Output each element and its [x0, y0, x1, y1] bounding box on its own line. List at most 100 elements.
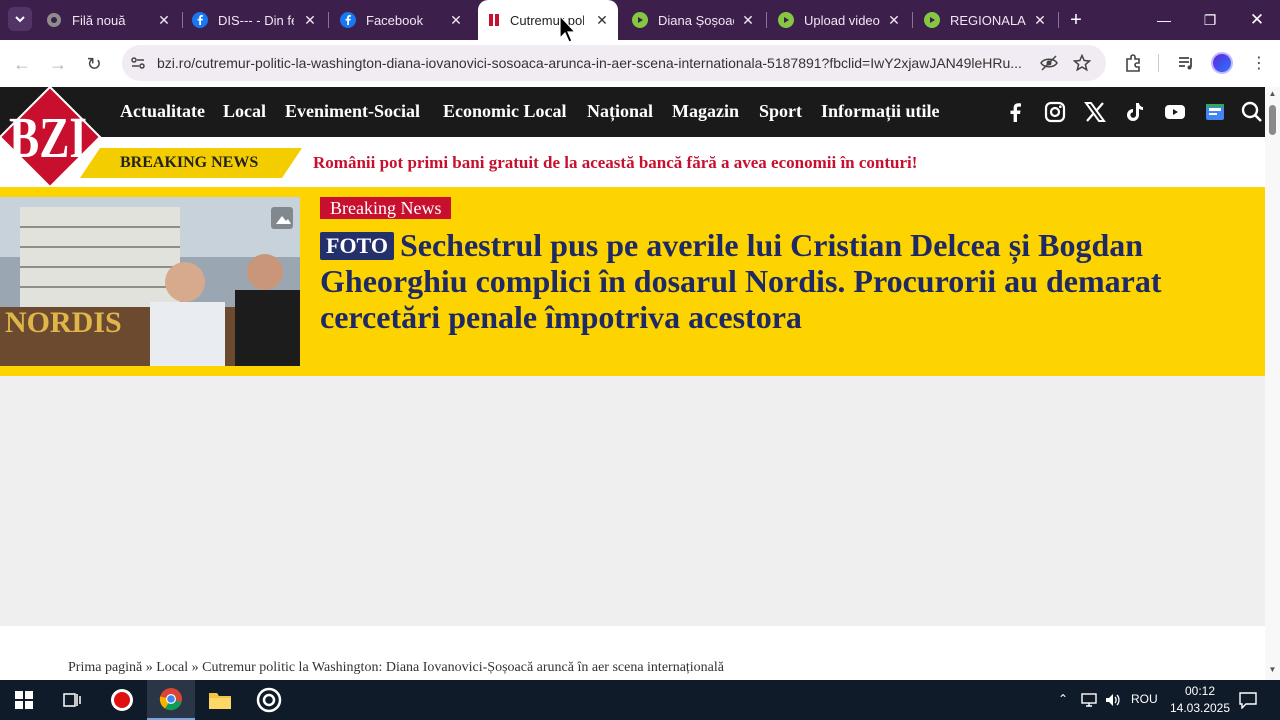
breaking-news-bar: BREAKING NEWS Românii pot primi bani gra…	[0, 137, 1265, 187]
instagram-icon[interactable]	[1043, 100, 1067, 124]
site-settings-icon	[131, 57, 145, 69]
close-icon[interactable]: ✕	[740, 12, 756, 28]
ad-placeholder	[0, 376, 1265, 626]
tab-label: Upload video	[804, 13, 880, 28]
nav-actualitate[interactable]: Actualitate	[120, 101, 205, 122]
svg-text:BZI: BZI	[9, 105, 87, 170]
bzi-icon	[489, 14, 499, 26]
close-icon[interactable]: ✕	[1032, 12, 1048, 28]
tab-diana-sosoaca[interactable]: Diana Șoșoacă ✕	[632, 0, 766, 40]
taskbar-chrome[interactable]	[147, 680, 195, 720]
page-scrollbar[interactable]: ▲ ▼	[1265, 87, 1280, 680]
hero-title-text: Sechestrul pus pe averile lui Cristian D…	[320, 227, 1162, 335]
media-control-icon[interactable]	[1176, 53, 1196, 73]
restore-button[interactable]: ❐	[1198, 8, 1222, 32]
tab-upload-video[interactable]: Upload video ✕	[778, 0, 912, 40]
rumble-icon	[778, 12, 794, 28]
extensions-puzzle-icon[interactable]	[1123, 53, 1143, 73]
breadcrumb[interactable]: Prima pagină » Local » Cutremur politic …	[68, 660, 724, 676]
task-view-button[interactable]	[48, 680, 96, 720]
chrome-icon	[47, 13, 61, 27]
task-view-icon	[63, 693, 81, 707]
notifications-icon[interactable]	[1238, 691, 1258, 709]
browser-menu-button[interactable]: ⋮	[1247, 52, 1271, 76]
minimize-button[interactable]: —	[1152, 8, 1176, 32]
mouse-cursor-icon	[559, 15, 577, 43]
tray-overflow-icon[interactable]: ⌃	[1058, 692, 1068, 706]
network-icon[interactable]	[1080, 692, 1098, 708]
close-icon[interactable]: ✕	[156, 12, 172, 28]
url-text: bzi.ro/cutremur-politic-la-washington-di…	[157, 55, 1022, 71]
tab-facebook[interactable]: Facebook ✕	[340, 0, 474, 40]
taskbar-app-target[interactable]	[245, 680, 293, 720]
hero-article-image[interactable]: NORDIS	[0, 197, 300, 366]
close-window-button[interactable]: ✕	[1245, 8, 1269, 32]
tab-separator	[328, 12, 329, 28]
scrollbar-thumb[interactable]	[1269, 105, 1276, 135]
profile-avatar[interactable]	[1211, 52, 1233, 74]
nav-local[interactable]: Local	[223, 101, 266, 122]
browser-toolbar: ← → ↻ bzi.ro/cutremur-politic-la-washing…	[0, 40, 1280, 87]
clock[interactable]: 00:12 14.03.2025	[1160, 683, 1240, 717]
close-icon[interactable]: ✕	[594, 12, 610, 28]
site-nav: Actualitate Local Eveniment-Social Econo…	[0, 87, 1265, 137]
google-news-icon[interactable]	[1203, 100, 1227, 124]
chrome-icon	[159, 688, 182, 711]
tab-label: REGIONALA C	[950, 13, 1026, 28]
language-indicator[interactable]: ROU	[1131, 692, 1158, 706]
close-icon[interactable]: ✕	[302, 12, 318, 28]
nav-eveniment-social[interactable]: Eveniment-Social	[285, 101, 420, 122]
tab-label: Diana Șoșoacă	[658, 13, 734, 28]
scroll-down-icon[interactable]: ▼	[1267, 665, 1278, 675]
folder-icon	[209, 693, 231, 709]
bzi-logo[interactable]: BZI	[0, 87, 104, 187]
close-icon[interactable]: ✕	[886, 12, 902, 28]
start-button[interactable]	[0, 680, 48, 720]
back-button[interactable]: ←	[10, 52, 34, 76]
tab-dis[interactable]: DIS--- - Din fe ✕	[192, 0, 326, 40]
windows-logo-icon	[15, 691, 33, 709]
nav-informatii-utile[interactable]: Informații utile	[821, 101, 940, 122]
rumble-icon	[924, 12, 940, 28]
x-twitter-icon[interactable]	[1083, 100, 1107, 124]
scroll-up-icon[interactable]: ▲	[1267, 89, 1278, 99]
clock-time: 00:12	[1184, 684, 1216, 698]
record-icon	[111, 689, 133, 711]
volume-icon[interactable]	[1104, 692, 1122, 708]
hero-photo: NORDIS	[0, 197, 300, 366]
nav-economic-local[interactable]: Economic Local	[443, 101, 567, 122]
tab-separator	[766, 12, 767, 28]
foto-tag: FOTO	[320, 232, 394, 260]
tab-label: Facebook	[366, 13, 424, 28]
clock-date: 14.03.2025	[1169, 701, 1231, 715]
tab-separator	[912, 12, 913, 28]
hero-article: NORDIS Breaking News FOTO Sechestrul pus …	[0, 187, 1265, 376]
taskbar-recorder[interactable]	[98, 680, 146, 720]
hero-article-title[interactable]: FOTO Sechestrul pus pe averile lui Cristi…	[320, 227, 1250, 335]
youtube-icon[interactable]	[1163, 100, 1187, 124]
nav-national[interactable]: Național	[587, 101, 653, 122]
forward-button[interactable]: →	[46, 52, 70, 76]
facebook-icon	[192, 12, 208, 28]
breaking-news-headline[interactable]: Românii pot primi bani gratuit de la ace…	[313, 153, 917, 173]
facebook-icon[interactable]	[1003, 100, 1027, 124]
search-icon[interactable]	[1240, 100, 1264, 124]
target-icon	[256, 687, 282, 713]
chevron-down-icon	[15, 16, 25, 23]
eye-off-icon[interactable]	[1040, 54, 1058, 72]
tab-regionala[interactable]: REGIONALA C ✕	[924, 0, 1058, 40]
tab-cutremur-politic[interactable]: Cutremur politi ✕	[478, 0, 618, 40]
bookmark-star-icon[interactable]	[1073, 54, 1091, 72]
tab-search-button[interactable]	[8, 7, 32, 31]
close-icon[interactable]: ✕	[448, 12, 464, 28]
address-bar[interactable]: bzi.ro/cutremur-politic-la-washington-di…	[122, 45, 1106, 81]
category-badge[interactable]: Breaking News	[320, 197, 452, 219]
reload-button[interactable]: ↻	[82, 52, 106, 76]
taskbar-file-explorer[interactable]	[196, 680, 244, 720]
new-tab-button[interactable]: +	[1066, 10, 1086, 30]
tiktok-icon[interactable]	[1123, 100, 1147, 124]
tab-new-tab[interactable]: Filă nouă ✕	[46, 0, 180, 40]
nav-magazin[interactable]: Magazin	[672, 101, 739, 122]
breaking-news-label: BREAKING NEWS	[80, 148, 302, 178]
nav-sport[interactable]: Sport	[759, 101, 802, 122]
